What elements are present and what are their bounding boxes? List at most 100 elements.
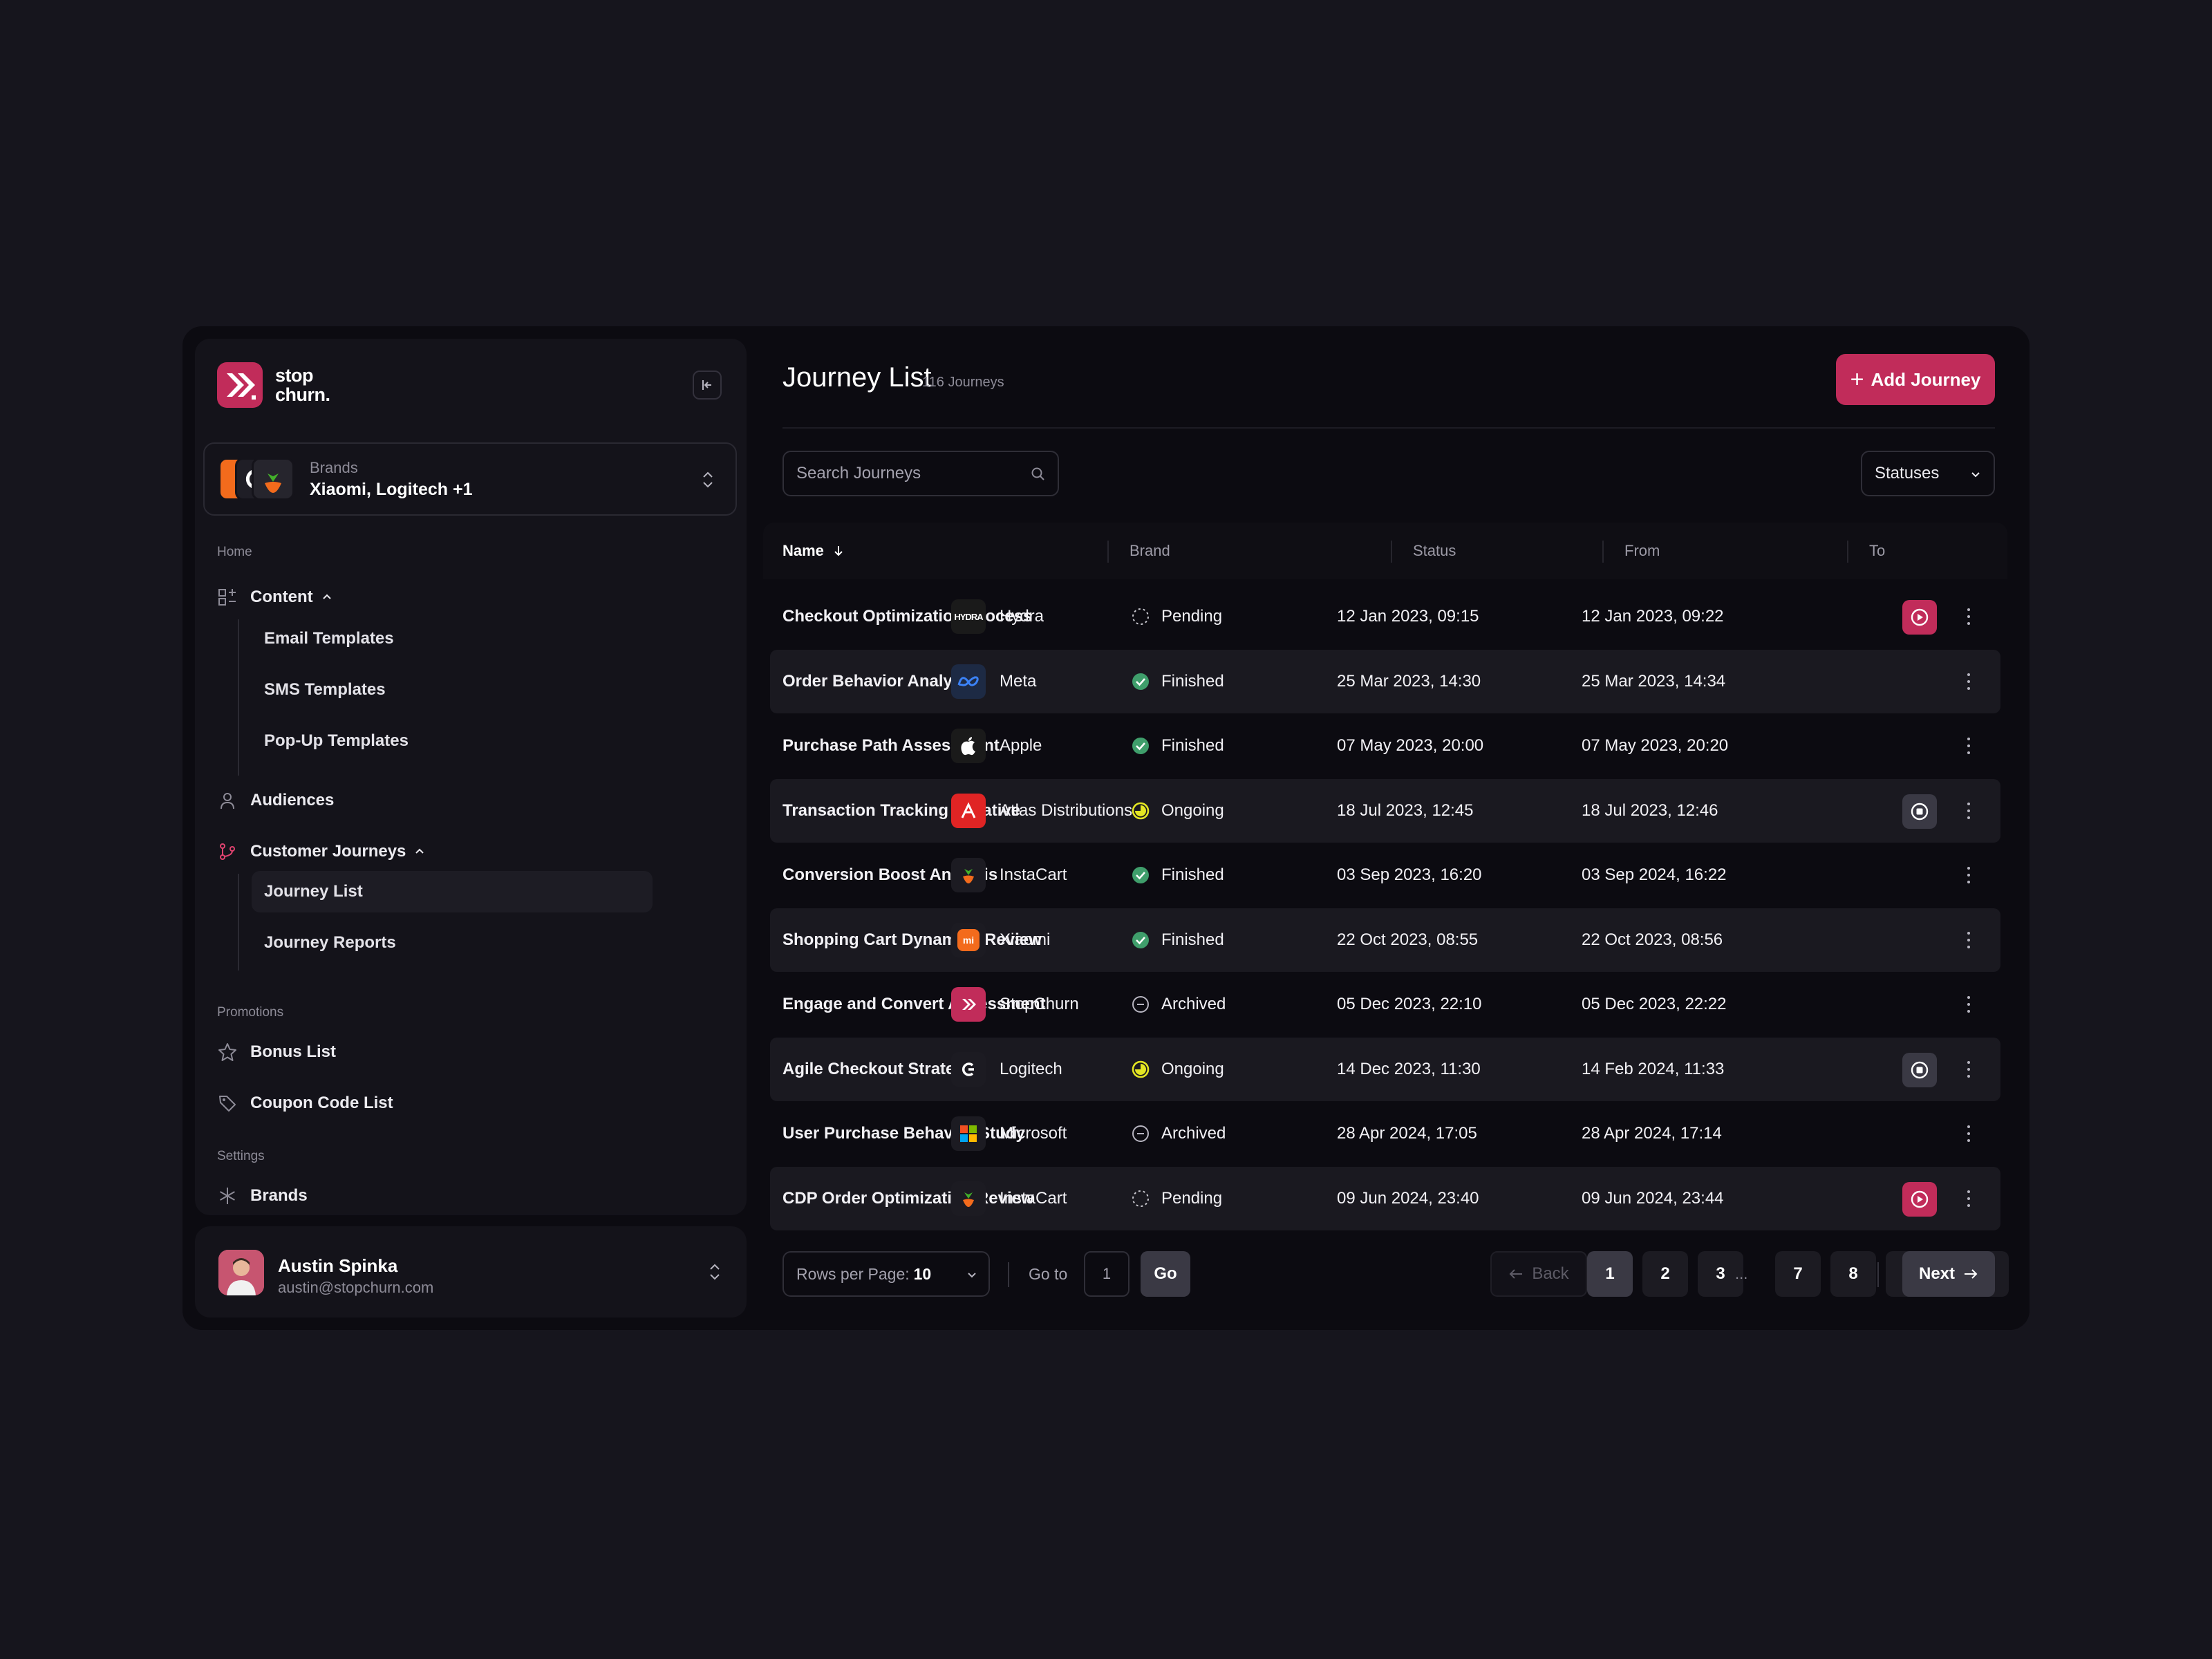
- back-button[interactable]: Back: [1490, 1251, 1587, 1297]
- table-row[interactable]: User Purchase Behavior Study Microsoft Arc…: [770, 1102, 2000, 1165]
- check-circle-icon: [1132, 931, 1149, 948]
- sidebar-item-customer-journeys[interactable]: Customer Journeys: [217, 832, 425, 871]
- brand-name: Xiaomi: [1000, 930, 1051, 949]
- more-options-icon[interactable]: [1962, 735, 1976, 757]
- chevron-down-icon: [968, 1273, 976, 1278]
- goto-page-input[interactable]: [1084, 1251, 1130, 1297]
- next-button[interactable]: Next: [1902, 1251, 1995, 1297]
- more-options-icon[interactable]: [1962, 606, 1976, 628]
- sidebar: stop churn. Brands Xiaomi, Logitech +1 H…: [195, 339, 747, 1215]
- search-icon[interactable]: [1030, 466, 1047, 482]
- status-text: Pending: [1161, 607, 1223, 626]
- statuses-label: Statuses: [1875, 464, 1940, 482]
- chevron-down-icon: [1971, 472, 1980, 478]
- more-options-icon[interactable]: [1962, 1123, 1976, 1145]
- half-circle-icon: [1132, 802, 1150, 819]
- page-button-1[interactable]: 1: [1587, 1251, 1633, 1297]
- rows-per-page-value: 10: [913, 1264, 932, 1283]
- app-window: stop churn. Brands Xiaomi, Logitech +1 H…: [182, 326, 2030, 1330]
- arrow-left-icon: [1509, 1269, 1523, 1279]
- add-journey-button[interactable]: + Add Journey: [1836, 354, 1995, 405]
- instacart-logo-icon: [951, 858, 986, 892]
- journey-brand: Apple: [951, 714, 1042, 778]
- table-row[interactable]: Agile Checkout Strategy Logitech Ongoing 14…: [770, 1037, 2000, 1101]
- go-button[interactable]: Go: [1141, 1251, 1190, 1297]
- microsoft-logo-icon: [951, 1116, 986, 1151]
- column-header-to[interactable]: To: [1869, 542, 1885, 560]
- column-header-brand[interactable]: Brand: [1130, 542, 1170, 560]
- logo-text: stop churn.: [275, 366, 330, 404]
- page-button-7[interactable]: 7: [1775, 1251, 1821, 1297]
- sidebar-item-audiences[interactable]: Audiences: [217, 781, 334, 820]
- brand-name: InstaCart: [1000, 1188, 1067, 1208]
- collapse-sidebar-button[interactable]: [693, 371, 722, 400]
- stopchurn-logo-icon: [217, 362, 263, 408]
- table-row[interactable]: Engage and Convert Assessment StopChurn Ar…: [770, 973, 2000, 1036]
- journey-status: Finished: [1131, 650, 1224, 713]
- sidebar-item-sms-templates[interactable]: SMS Templates: [264, 669, 665, 711]
- table-header: Name Brand Status From To: [763, 523, 2007, 579]
- search-input[interactable]: [784, 452, 1058, 495]
- play-icon: [1911, 1190, 1929, 1208]
- more-options-icon[interactable]: [1962, 993, 1976, 1015]
- table-row[interactable]: CDP Order Optimization Review InstaCart Pe…: [770, 1166, 2000, 1230]
- half-circle-icon: [1132, 1060, 1150, 1078]
- user-profile[interactable]: Austin Spinka austin@stopchurn.com: [195, 1226, 747, 1318]
- sidebar-item-label: Brands: [250, 1186, 308, 1205]
- stop-icon: [1911, 803, 1929, 820]
- journey-status: Archived: [1131, 1102, 1226, 1165]
- stop-journey-button[interactable]: [1902, 794, 1937, 829]
- star-icon: [217, 1042, 238, 1062]
- column-separator: [1847, 541, 1848, 563]
- statuses-filter[interactable]: Statuses: [1861, 451, 1995, 496]
- table-row[interactable]: Purchase Path Assessment Apple Finished 07 …: [770, 714, 2000, 778]
- more-options-icon[interactable]: [1962, 864, 1976, 886]
- sidebar-item-bonus-list[interactable]: Bonus List: [217, 1033, 336, 1071]
- more-options-icon[interactable]: [1962, 929, 1976, 951]
- journey-brand: mi Xiaomi: [951, 908, 1050, 972]
- table-row[interactable]: Transaction Tracking Initiative Atlas Dis…: [770, 778, 2000, 843]
- status-text: Finished: [1161, 865, 1224, 884]
- start-journey-button[interactable]: [1902, 1181, 1937, 1217]
- more-options-icon[interactable]: [1962, 671, 1976, 693]
- status-text: Finished: [1161, 930, 1224, 949]
- more-options-icon[interactable]: [1962, 1058, 1976, 1080]
- status-text: Finished: [1161, 671, 1224, 691]
- table-row[interactable]: Checkout Optimization Process HYDRA Hydra P…: [770, 585, 2000, 648]
- table-row[interactable]: Conversion Boost Analysis InstaCart Finish…: [770, 843, 2000, 907]
- page-button-2[interactable]: 2: [1642, 1251, 1688, 1297]
- more-options-icon[interactable]: [1962, 800, 1976, 822]
- stop-journey-button[interactable]: [1902, 1052, 1937, 1087]
- journey-from: 05 Dec 2023, 22:10: [1337, 995, 1482, 1013]
- sidebar-item-journey-reports[interactable]: Journey Reports: [264, 922, 665, 964]
- divider: [1877, 1262, 1879, 1287]
- brand-switcher[interactable]: Brands Xiaomi, Logitech +1: [203, 442, 737, 516]
- page-button-8[interactable]: 8: [1830, 1251, 1876, 1297]
- sidebar-item-coupon-code-list[interactable]: Coupon Code List: [217, 1084, 393, 1123]
- journey-status: Ongoing: [1131, 779, 1224, 843]
- asterisk-icon: [217, 1185, 238, 1206]
- column-header-name[interactable]: Name: [782, 542, 845, 560]
- sidebar-item-journey-list[interactable]: Journey List: [252, 871, 653, 912]
- sidebar-item-label: Customer Journeys: [250, 842, 406, 861]
- pagination-ellipsis: ...: [1735, 1265, 1748, 1282]
- table-row[interactable]: Order Behavior Analysis Meta Finished 25 Ma…: [770, 649, 2000, 713]
- sidebar-item-email-templates[interactable]: Email Templates: [264, 618, 665, 659]
- rows-per-page-select[interactable]: Rows per Page: 10: [782, 1251, 990, 1297]
- journey-status: Ongoing: [1131, 1038, 1224, 1101]
- pagination: Rows per Page: 10 Go to Go Back 12378922…: [782, 1251, 2009, 1300]
- more-options-icon[interactable]: [1962, 1188, 1976, 1210]
- sidebar-item-popup-templates[interactable]: Pop-Up Templates: [264, 720, 665, 762]
- start-journey-button[interactable]: [1902, 600, 1937, 635]
- check-circle-icon: [1132, 867, 1149, 883]
- status-text: Finished: [1161, 736, 1224, 755]
- logo[interactable]: stop churn.: [217, 362, 330, 408]
- chevron-up-icon: [415, 848, 424, 854]
- column-header-status[interactable]: Status: [1413, 542, 1456, 560]
- column-header-from[interactable]: From: [1624, 542, 1660, 560]
- journey-icon: [217, 841, 238, 862]
- sidebar-item-content[interactable]: Content: [217, 578, 332, 617]
- table-row[interactable]: Shopping Cart Dynamics Review mi Xiaomi Fin…: [770, 908, 2000, 972]
- journey-to: 28 Apr 2024, 17:14: [1582, 1124, 1722, 1143]
- sidebar-item-brands[interactable]: Brands: [217, 1177, 308, 1215]
